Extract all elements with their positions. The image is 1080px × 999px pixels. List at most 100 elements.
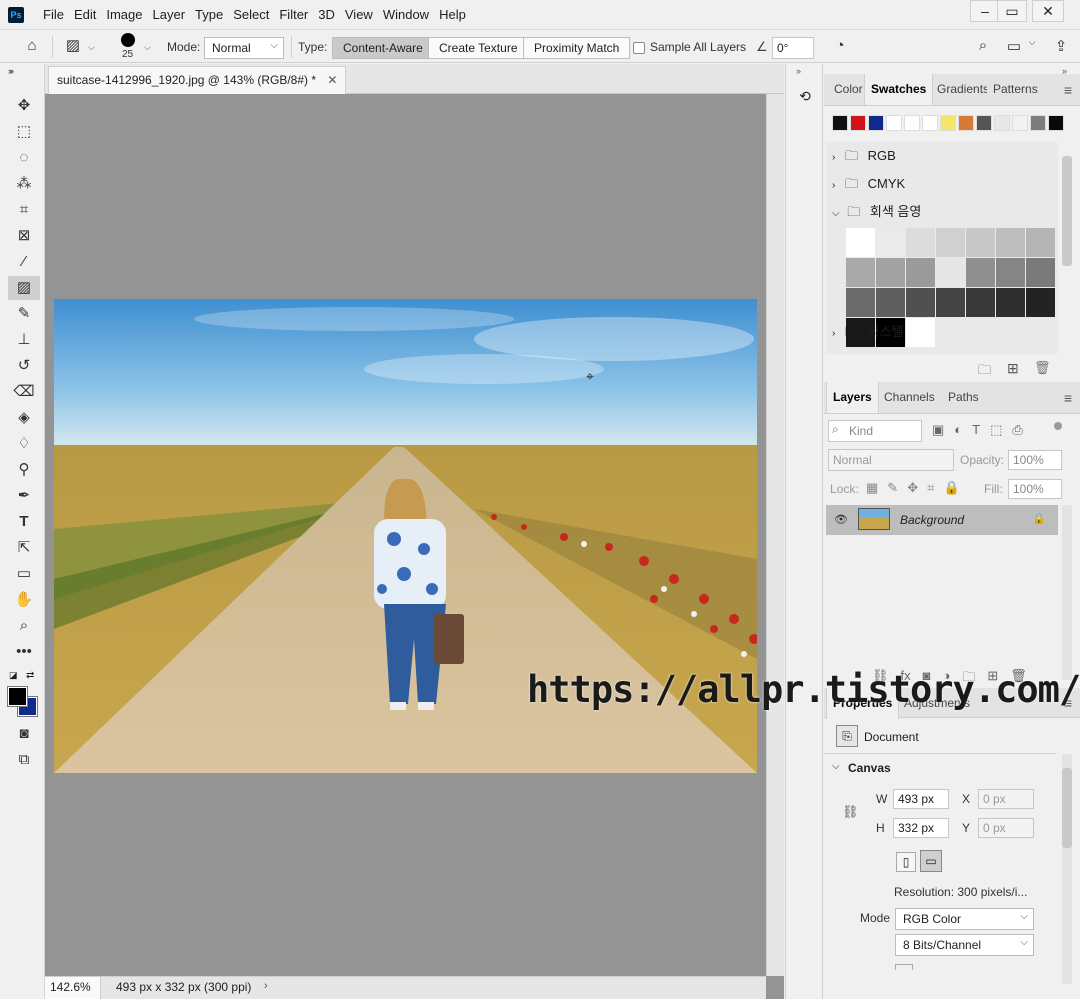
search-icon[interactable]: ⌕ <box>973 37 993 54</box>
eraser-tool-icon[interactable]: ⌫ <box>8 380 40 404</box>
y-input[interactable]: 0 px <box>978 818 1034 838</box>
screen-mode-icon[interactable]: ⧉ <box>8 748 40 772</box>
color-mode-dropdown[interactable]: RGB Color <box>895 907 1034 930</box>
swatch[interactable] <box>850 115 866 131</box>
document-tab[interactable]: suitcase-1412996_1920.jpg @ 143% (RGB/8#… <box>48 66 347 94</box>
menu-file[interactable]: File <box>38 7 69 23</box>
maximize-button[interactable]: ▭ <box>997 0 1027 22</box>
grayscale-swatch[interactable] <box>876 228 905 257</box>
tab-layers[interactable]: Layers <box>826 382 879 413</box>
home-icon[interactable]: ⌂ <box>22 37 42 54</box>
chevron-down-icon[interactable]: ⌵ <box>832 761 840 772</box>
pen-tool-icon[interactable]: ✒ <box>8 484 40 508</box>
menu-image[interactable]: Image <box>101 7 147 23</box>
layers-scrollbar[interactable] <box>1062 505 1072 680</box>
grayscale-swatch[interactable] <box>1026 288 1055 317</box>
swatch[interactable] <box>886 115 902 131</box>
angle-input[interactable]: 0° <box>772 37 814 59</box>
lock-transparency-icon[interactable]: ▦ <box>866 480 878 496</box>
height-input[interactable]: 332 px <box>893 818 949 838</box>
grayscale-swatch[interactable] <box>936 258 965 287</box>
width-input[interactable]: 493 px <box>893 789 949 809</box>
collapse-icon[interactable]: » <box>9 66 14 76</box>
collapse-icon[interactable]: » <box>796 66 801 76</box>
lock-pixels-icon[interactable]: ✎ <box>887 480 898 496</box>
swatch[interactable] <box>958 115 974 131</box>
x-input[interactable]: 0 px <box>978 789 1034 809</box>
grayscale-swatch[interactable] <box>996 288 1025 317</box>
path-selection-tool-icon[interactable]: ⇱ <box>8 536 40 560</box>
swatch-group-cmyk[interactable]: › 🗀 CMYK <box>826 170 1058 198</box>
grayscale-swatch[interactable] <box>966 258 995 287</box>
tab-patterns[interactable]: Patterns <box>987 74 1044 105</box>
swatch[interactable] <box>976 115 992 131</box>
more-tools-icon[interactable]: ••• <box>8 640 40 664</box>
grayscale-swatch[interactable] <box>906 258 935 287</box>
tab-paths[interactable]: Paths <box>942 382 985 413</box>
frame-tool-icon[interactable]: ⊠ <box>8 224 40 248</box>
paint-bucket-tool-icon[interactable]: ◈ <box>8 406 40 430</box>
grayscale-swatch[interactable] <box>876 258 905 287</box>
menu-type[interactable]: Type <box>190 7 228 23</box>
chevron-down-icon[interactable]: ⌵ <box>88 42 95 53</box>
close-button[interactable]: ✕ <box>1032 0 1064 22</box>
pixel-filter-icon[interactable]: ▣ <box>932 422 944 438</box>
grayscale-swatch[interactable] <box>966 228 995 257</box>
menu-view[interactable]: View <box>340 7 378 23</box>
fill-input[interactable]: 100% <box>1008 479 1062 499</box>
hand-tool-icon[interactable]: ✋ <box>8 588 40 612</box>
canvas-vertical-scrollbar[interactable] <box>766 94 784 976</box>
swatch[interactable] <box>832 115 848 131</box>
swatch[interactable] <box>1012 115 1028 131</box>
portrait-orientation-icon[interactable]: ▯ <box>896 852 916 872</box>
shape-filter-icon[interactable]: ⬚ <box>990 422 1002 438</box>
properties-scrollbar[interactable] <box>1062 754 1072 984</box>
tab-swatches[interactable]: Swatches <box>864 74 934 105</box>
swatch-group-pastel[interactable]: › 🗀 파스텔 <box>826 318 1058 346</box>
swatches-scrollbar[interactable] <box>1062 156 1072 266</box>
quick-mask-icon[interactable]: ◙ <box>8 722 40 746</box>
mode-dropdown[interactable]: Normal <box>204 36 284 59</box>
brush-preview-icon[interactable] <box>121 33 135 47</box>
chevron-down-icon[interactable]: ⌵ <box>1025 37 1039 48</box>
swatch[interactable] <box>904 115 920 131</box>
tab-channels[interactable]: Channels <box>878 382 941 413</box>
menu-help[interactable]: Help <box>434 7 471 23</box>
history-brush-tool-icon[interactable]: ↺ <box>8 354 40 378</box>
foreground-color-swatch[interactable] <box>7 686 28 707</box>
grayscale-swatch[interactable] <box>906 288 935 317</box>
grayscale-swatch[interactable] <box>846 258 875 287</box>
close-icon[interactable]: ✕ <box>327 73 337 87</box>
proximity-match-button[interactable]: Proximity Match <box>523 37 631 59</box>
grayscale-swatch[interactable] <box>906 228 935 257</box>
share-icon[interactable]: ⇪ <box>1050 37 1072 55</box>
blend-mode-dropdown[interactable]: Normal <box>828 449 954 471</box>
workspace-icon[interactable]: ▭ <box>1002 37 1026 55</box>
menu-select[interactable]: Select <box>228 7 274 23</box>
pressure-icon[interactable]: ◔ <box>830 37 850 54</box>
quick-selection-tool-icon[interactable]: ⁂ <box>8 172 40 196</box>
layer-row-background[interactable]: 👁 Background 🔒 <box>826 505 1058 535</box>
blur-tool-icon[interactable]: ♢ <box>8 432 40 456</box>
zoom-level-field[interactable]: 142.6% <box>45 977 101 999</box>
lasso-tool-icon[interactable]: ◌ <box>8 146 40 170</box>
panel-menu-icon[interactable]: ≡ <box>1064 82 1072 98</box>
link-dimensions-icon[interactable]: ⛓ <box>842 804 859 820</box>
new-group-folder-icon[interactable]: 🗀 <box>978 361 991 383</box>
swatch-group-rgb[interactable]: › 🗀 RGB <box>826 142 1058 170</box>
grayscale-swatch[interactable] <box>876 288 905 317</box>
landscape-orientation-icon[interactable]: ▭ <box>920 850 942 872</box>
menu-3d[interactable]: 3D <box>313 7 340 23</box>
move-tool-icon[interactable]: ✥ <box>8 94 40 118</box>
minimize-button[interactable]: – <box>970 0 1000 22</box>
swatch[interactable] <box>868 115 884 131</box>
stamp-tool-icon[interactable]: ⊥ <box>8 328 40 352</box>
swatch[interactable] <box>1048 115 1064 131</box>
patch-tool-icon[interactable]: ▨ <box>8 276 40 300</box>
panel-menu-icon[interactable]: ≡ <box>1064 390 1072 406</box>
lock-all-icon[interactable]: 🔒 <box>943 480 959 496</box>
type-filter-icon[interactable]: T <box>972 422 980 438</box>
grayscale-swatch[interactable] <box>1026 258 1055 287</box>
adjustment-filter-icon[interactable]: ◐ <box>954 422 962 438</box>
menu-edit[interactable]: Edit <box>69 7 101 23</box>
